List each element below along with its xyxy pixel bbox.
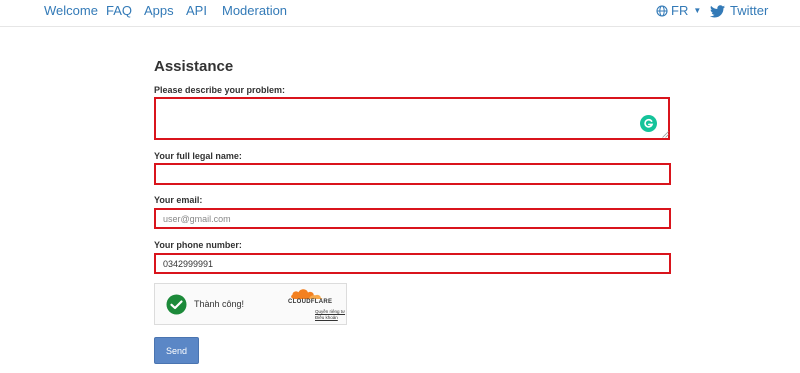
resize-handle-icon[interactable] <box>662 131 669 138</box>
full-name-label: Your full legal name: <box>154 151 242 161</box>
send-button[interactable]: Send <box>154 337 199 364</box>
captcha-status: Thành công! <box>194 299 245 309</box>
page-title: Assistance <box>154 58 234 75</box>
language-dropdown[interactable]: FR ▼ <box>656 3 701 19</box>
nav-link-welcome[interactable]: Welcome <box>44 3 98 19</box>
privacy-link[interactable]: Quyền riêng tư <box>315 309 345 314</box>
twitter-label: Twitter <box>730 3 769 18</box>
problem-textarea[interactable] <box>154 97 670 140</box>
chevron-down-icon: ▼ <box>693 6 702 15</box>
top-navbar: Welcome FAQ Apps API Moderation FR ▼ Twi… <box>0 0 800 27</box>
language-label: FR <box>671 3 689 18</box>
terms-link[interactable]: Điều khoản <box>315 315 338 320</box>
nav-link-faq[interactable]: FAQ <box>106 3 132 19</box>
grammarly-icon[interactable] <box>640 115 657 132</box>
email-input[interactable] <box>154 208 671 229</box>
cloudflare-logo-text: CLOUDFLARE <box>288 299 333 305</box>
twitter-link[interactable]: Twitter <box>710 3 768 19</box>
nav-link-api[interactable]: API <box>186 3 207 19</box>
globe-icon <box>656 5 668 17</box>
nav-link-apps[interactable]: Apps <box>144 3 174 19</box>
cloudflare-turnstile-widget[interactable]: Thành công! CLOUDFLARE Quyền riêng tư Đi… <box>154 283 347 325</box>
phone-input[interactable] <box>154 253 671 274</box>
problem-label: Please describe your problem: <box>154 85 286 95</box>
twitter-bird-icon <box>710 4 725 17</box>
email-label: Your email: <box>154 195 203 205</box>
success-check-icon <box>166 294 187 315</box>
phone-label: Your phone number: <box>154 240 242 250</box>
nav-link-moderation[interactable]: Moderation <box>222 3 287 19</box>
full-name-input[interactable] <box>154 163 671 185</box>
